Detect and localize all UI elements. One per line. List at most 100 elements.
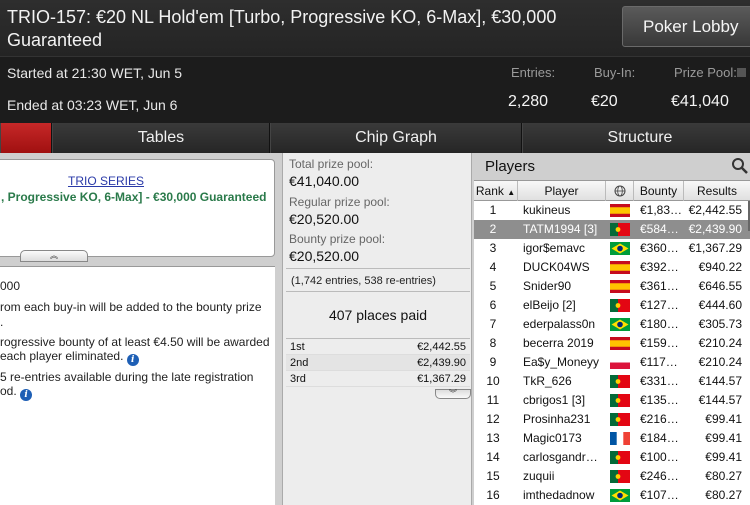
player-row[interactable]: 6 elBeijo [2] €127… €444.60 (474, 296, 750, 315)
player-result: €99.41 (705, 412, 742, 426)
player-rank: 11 (486, 393, 500, 407)
col-results[interactable]: Results (684, 181, 750, 201)
player-row[interactable]: 2 TATM1994 [3] €584… €2,439.90 (474, 220, 750, 239)
player-name: Magic0173 (523, 431, 582, 445)
player-rank: 8 (489, 336, 497, 350)
info-icon[interactable]: i (20, 389, 33, 401)
player-rank: 14 (486, 450, 500, 464)
expand-payouts-button[interactable]: ︾ (435, 389, 471, 399)
player-bounty: €216… (640, 412, 679, 426)
player-row[interactable]: 15 zuquii €246… €80.27 (474, 467, 750, 486)
player-row[interactable]: 14 carlosgandr… €100… €99.41 (474, 448, 750, 467)
col-bounty[interactable]: Bounty (634, 181, 684, 201)
player-name: DUCK04WS (523, 260, 590, 274)
player-bounty: €184… (640, 431, 679, 445)
poker-lobby-button[interactable]: Poker Lobby (622, 6, 750, 47)
player-name: becerra 2019 (523, 336, 594, 350)
player-bounty: €127… (640, 298, 679, 312)
player-name: TATM1994 [3] (523, 222, 598, 236)
player-rank: 12 (486, 412, 500, 426)
desc-line: rom each buy-in will be added to the bou… (0, 300, 262, 314)
desc-line: rogressive bounty of at least €4.50 will… (0, 335, 270, 349)
player-name: carlosgandr… (523, 450, 598, 464)
br-flag-icon (610, 318, 630, 331)
es-flag-icon (610, 337, 630, 350)
player-bounty: €107… (640, 488, 679, 502)
es-flag-icon (610, 280, 630, 293)
player-bounty: €392… (640, 260, 679, 274)
col-country[interactable] (606, 181, 634, 201)
bounty-prize-value: €20,520.00 (289, 248, 360, 264)
players-title: Players (474, 153, 750, 180)
player-row[interactable]: 11 cbrigos1 [3] €135… €144.57 (474, 391, 750, 410)
col-rank[interactable]: Rank ▲ (474, 181, 518, 201)
player-rank: 16 (486, 488, 500, 502)
player-row[interactable]: 3 igor$emavc €360… €1,367.29 (474, 239, 750, 258)
entries-label: Entries: (511, 65, 556, 80)
player-bounty: €360… (640, 241, 679, 255)
tournament-title: TRIO-157: €20 NL Hold'em [Turbo, Progres… (7, 7, 557, 50)
regular-prize-value: €20,520.00 (289, 211, 360, 227)
payout-amount: €2,439.90 (417, 357, 466, 369)
player-result: €210.24 (698, 336, 742, 350)
player-rank: 7 (489, 317, 497, 331)
player-row[interactable]: 13 Magic0173 €184… €99.41 (474, 429, 750, 448)
player-row[interactable]: 12 Prosinha231 €216… €99.41 (474, 410, 750, 429)
tab-bar: Tables Chip Graph Structure (0, 123, 750, 153)
player-row[interactable]: 4 DUCK04WS €392… €940.22 (474, 258, 750, 277)
players-list: 1 kukineus €1,83… €2,442.55 2 TATM1994 [3] €58… (474, 201, 750, 505)
player-name: Prosinha231 (523, 412, 591, 426)
tab-tables[interactable]: Tables (52, 123, 270, 153)
player-result: €2,442.55 (688, 203, 742, 217)
player-row[interactable]: 9 Ea$y_Moneyy €117… €210.24 (474, 353, 750, 372)
player-name: Snider90 (523, 279, 572, 293)
player-name: TkR_626 (523, 374, 572, 388)
info-icon[interactable]: i (126, 354, 139, 366)
col-player[interactable]: Player (518, 181, 606, 201)
player-name: cbrigos1 [3] (523, 393, 586, 407)
payout-row: 1st €2,442.55 (286, 339, 470, 355)
player-result: €305.73 (698, 317, 742, 331)
entries-note: (1,742 entries, 538 re-entries) (286, 268, 470, 292)
search-icon[interactable] (731, 157, 749, 175)
desc-line: . (0, 315, 4, 329)
player-row[interactable]: 7 ederpalass0n €180… €305.73 (474, 315, 750, 334)
tab-structure[interactable]: Structure (522, 123, 750, 153)
tournament-description: 000 rom each buy-in will be added to the… (0, 266, 275, 505)
desc-line: 000 (0, 279, 21, 293)
player-name: elBeijo [2] (523, 298, 576, 312)
series-name: , Progressive KO, 6-Max] - €30,000 Guara… (1, 190, 267, 204)
sort-asc-icon: ▲ (507, 188, 516, 197)
player-name: Ea$y_Moneyy (523, 355, 600, 369)
player-row[interactable]: 8 becerra 2019 €159… €210.24 (474, 334, 750, 353)
player-rank: 9 (489, 355, 497, 369)
payout-table: 1st €2,442.55 2nd €2,439.90 3rd €1,367.2… (286, 338, 470, 387)
player-result: €99.41 (705, 431, 742, 445)
players-column-header: Rank ▲ Player Bounty Results (474, 180, 750, 201)
player-row[interactable]: 16 imthedadnow €107… €80.27 (474, 486, 750, 505)
prize-pool-panel: Total prize pool: €41,040.00 Regular pri… (282, 153, 472, 505)
prizepool-value: €41,040 (671, 93, 729, 110)
pt-flag-icon (610, 413, 630, 426)
total-prize-value: €41,040.00 (289, 173, 360, 189)
player-result: €99.41 (705, 450, 742, 464)
collapse-button[interactable]: ︽ (20, 250, 88, 262)
player-row[interactable]: 5 Snider90 €361… €646.55 (474, 277, 750, 296)
player-row[interactable]: 1 kukineus €1,83… €2,442.55 (474, 201, 750, 220)
player-result: €2,439.90 (688, 222, 742, 236)
series-info-box: TRIO SERIES , Progressive KO, 6-Max] - €… (0, 159, 275, 262)
es-flag-icon (610, 204, 630, 217)
tab-info[interactable] (0, 123, 52, 153)
series-link[interactable]: TRIO SERIES (0, 174, 216, 188)
scroll-right-icon[interactable] (737, 68, 746, 77)
player-result: €1,367.29 (688, 241, 742, 255)
player-name: zuquii (523, 469, 555, 483)
pt-flag-icon (610, 394, 630, 407)
player-bounty: €361… (640, 279, 679, 293)
bounty-prize-label: Bounty prize pool: (289, 232, 386, 246)
buyin-value: €20 (591, 93, 618, 110)
tab-chip-graph[interactable]: Chip Graph (270, 123, 522, 153)
player-bounty: €246… (640, 469, 679, 483)
regular-prize-label: Regular prize pool: (289, 195, 390, 209)
player-row[interactable]: 10 TkR_626 €331… €144.57 (474, 372, 750, 391)
